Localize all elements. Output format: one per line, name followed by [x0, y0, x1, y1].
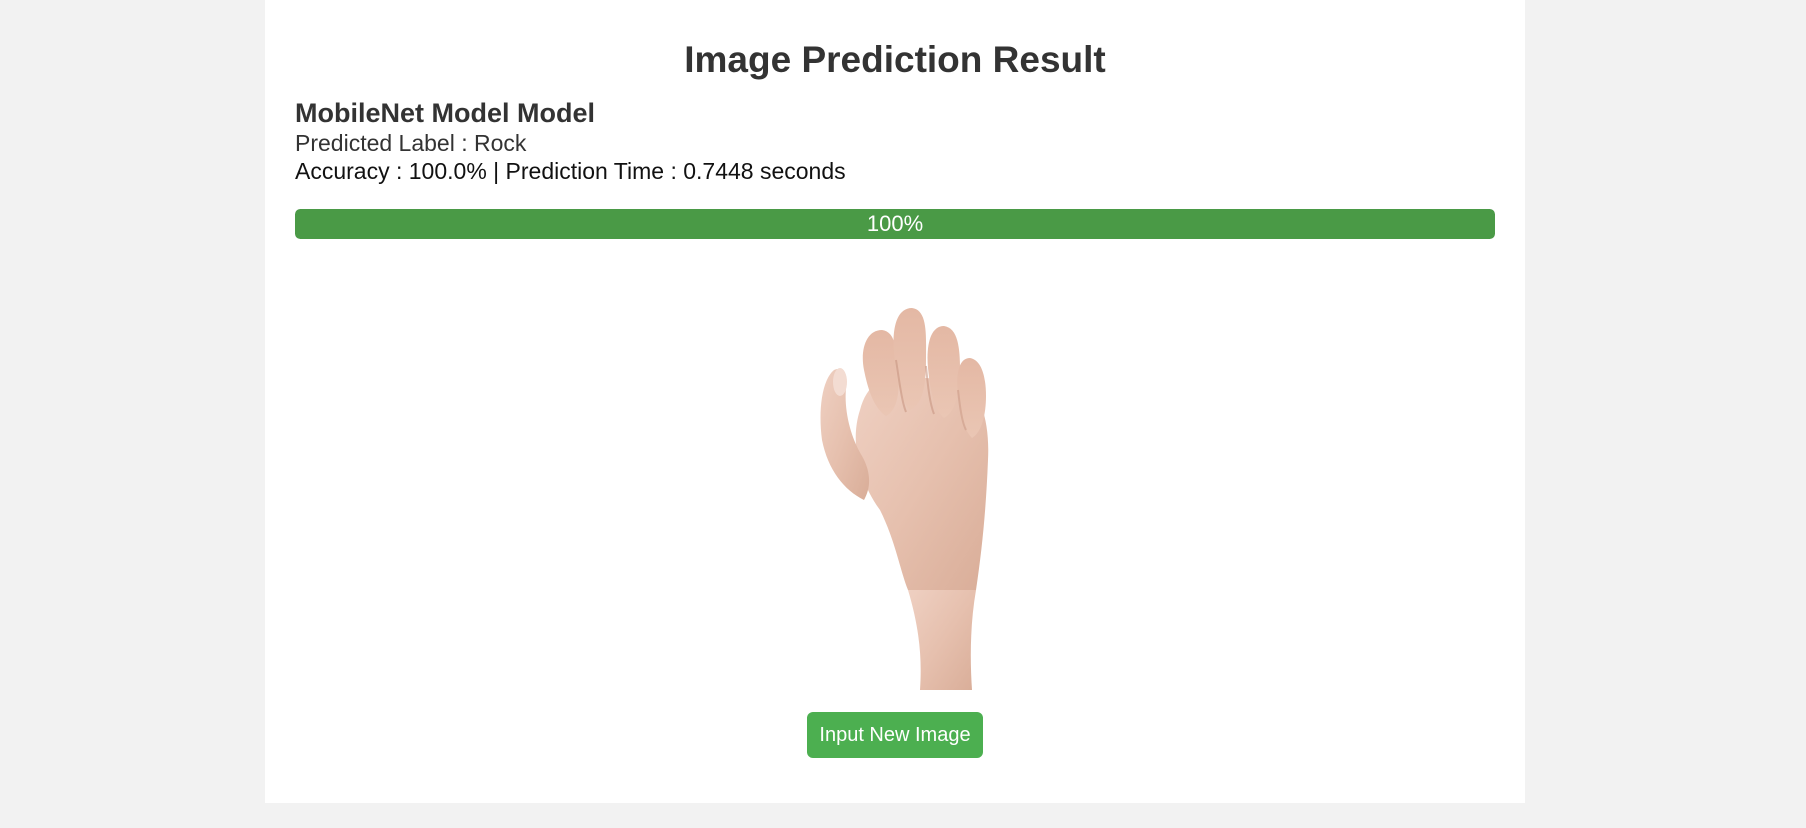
predicted-label-prefix: Predicted Label :: [295, 130, 475, 156]
prediction-time-value: 0.7448 seconds: [683, 158, 846, 184]
progress-label: 100%: [866, 211, 924, 236]
result-card: Image Prediction Result MobileNet Model …: [265, 0, 1525, 803]
separator: |: [486, 158, 506, 184]
predicted-label-line: Predicted Label : Rock: [295, 128, 526, 158]
hand-rock-image: [820, 308, 989, 690]
predicted-label-value: Rock: [474, 130, 527, 156]
page-title: Image Prediction Result: [684, 39, 1106, 80]
accuracy-prefix: Accuracy :: [295, 158, 409, 184]
confidence-progress-bar: 100%: [295, 209, 1495, 239]
accuracy-line: Accuracy : 100.0% | Prediction Time : 0.…: [295, 156, 846, 186]
uploaded-image: [800, 290, 1120, 690]
model-name: MobileNet Model Model: [295, 98, 595, 128]
prediction-time-prefix: Prediction Time :: [505, 158, 684, 184]
input-new-image-button[interactable]: Input New Image: [807, 712, 983, 758]
accuracy-value: 100.0%: [408, 158, 487, 184]
